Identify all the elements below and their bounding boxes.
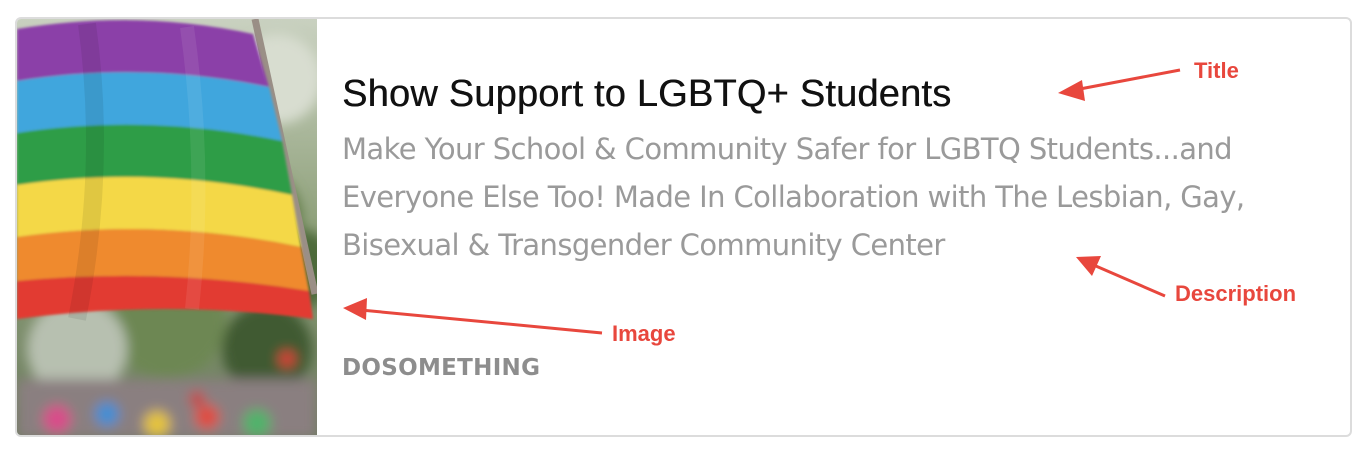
preview-description: Make Your School & Community Safer for L… (342, 132, 1245, 262)
annotation-image-label: Image (612, 321, 676, 346)
rainbow-flag-image (17, 19, 317, 435)
link-preview-card[interactable]: Show Support to LGBTQ+ Students Make You… (15, 17, 1352, 437)
annotation-description-label: Description (1175, 281, 1297, 306)
preview-site-name: DOSOMETHING (342, 355, 541, 381)
preview-stage: Show Support to LGBTQ+ Students Make You… (0, 0, 1370, 456)
annotation-title-label: Title (1194, 58, 1239, 83)
preview-image[interactable] (17, 19, 317, 435)
